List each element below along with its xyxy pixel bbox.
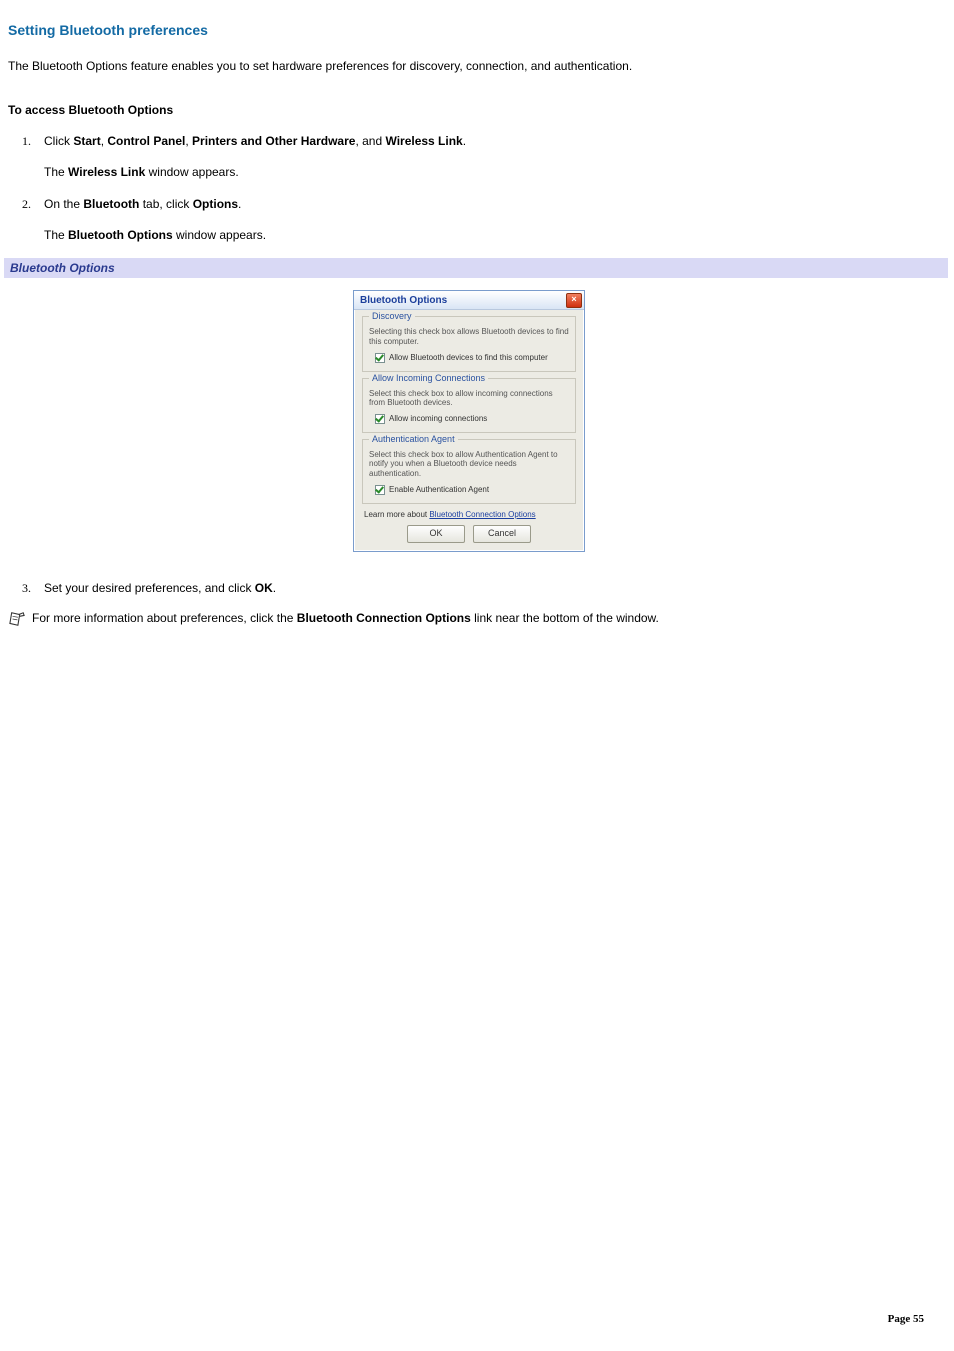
text-bold: Bluetooth Connection Options xyxy=(297,611,471,625)
discovery-checkbox-row[interactable]: Allow Bluetooth devices to find this com… xyxy=(375,353,569,363)
procedure-heading: To access Bluetooth Options xyxy=(8,103,930,117)
text: . xyxy=(463,134,466,148)
text: . xyxy=(273,581,276,595)
close-icon[interactable]: × xyxy=(566,293,582,308)
page-label: Page xyxy=(888,1313,913,1325)
text: . xyxy=(238,197,241,211)
group-legend: Discovery xyxy=(369,311,415,321)
learn-more-text: Learn more about Bluetooth Connection Op… xyxy=(364,510,576,519)
page-number: Page 55 xyxy=(888,1313,924,1325)
checkbox-label: Enable Authentication Agent xyxy=(389,485,489,494)
text-bold: Wireless Link xyxy=(68,165,145,179)
text: window appears. xyxy=(173,228,266,242)
group-legend: Allow Incoming Connections xyxy=(369,373,488,383)
text: Learn more about xyxy=(364,510,429,519)
text: tab, click xyxy=(139,197,192,211)
group-description: Select this check box to allow incoming … xyxy=(369,389,569,408)
text-bold: Options xyxy=(193,197,238,211)
text: The xyxy=(44,228,68,242)
group-description: Select this check box to allow Authentic… xyxy=(369,450,569,479)
intro-paragraph: The Bluetooth Options feature enables yo… xyxy=(8,58,930,75)
group-description: Selecting this check box allows Bluetoot… xyxy=(369,327,569,346)
auth-checkbox-row[interactable]: Enable Authentication Agent xyxy=(375,485,569,495)
incoming-group: Allow Incoming Connections Select this c… xyxy=(362,378,576,433)
step-1: Click Start, Control Panel, Printers and… xyxy=(44,133,930,182)
text: , and xyxy=(355,134,385,148)
text: Set your desired preferences, and click xyxy=(44,581,255,595)
text: For more information about preferences, … xyxy=(32,611,297,625)
note-text: For more information about preferences, … xyxy=(32,611,659,625)
text: The xyxy=(44,165,68,179)
group-legend: Authentication Agent xyxy=(369,434,458,444)
text-bold: OK xyxy=(255,581,273,595)
auth-group: Authentication Agent Select this check b… xyxy=(362,439,576,504)
bluetooth-options-dialog: Bluetooth Options × Discovery Selecting … xyxy=(353,290,585,551)
text-bold: Bluetooth Options xyxy=(68,228,173,242)
step-2: On the Bluetooth tab, click Options. The… xyxy=(44,196,930,245)
text-bold: Start xyxy=(73,134,100,148)
text-bold: Wireless Link xyxy=(385,134,462,148)
text-bold: Bluetooth xyxy=(83,197,139,211)
step-3: Set your desired preferences, and click … xyxy=(44,580,930,597)
text-bold: Printers and Other Hardware xyxy=(192,134,355,148)
text: link near the bottom of the window. xyxy=(471,611,659,625)
procedure-list-continued: Set your desired preferences, and click … xyxy=(8,580,930,597)
checkbox-label: Allow incoming connections xyxy=(389,414,487,423)
ok-button[interactable]: OK xyxy=(407,525,465,543)
checkbox-icon[interactable] xyxy=(375,485,385,495)
checkbox-icon[interactable] xyxy=(375,414,385,424)
dialog-button-row: OK Cancel xyxy=(362,525,576,543)
text-bold: Control Panel xyxy=(107,134,185,148)
dialog-titlebar: Bluetooth Options × xyxy=(354,291,584,310)
discovery-group: Discovery Selecting this check box allow… xyxy=(362,316,576,371)
procedure-list: Click Start, Control Panel, Printers and… xyxy=(8,133,930,245)
bluetooth-connection-options-link[interactable]: Bluetooth Connection Options xyxy=(429,510,535,519)
dialog-title: Bluetooth Options xyxy=(360,295,566,306)
text: On the xyxy=(44,197,83,211)
checkbox-icon[interactable] xyxy=(375,353,385,363)
text: Click xyxy=(44,134,73,148)
note: For more information about preferences, … xyxy=(8,611,930,627)
cancel-button[interactable]: Cancel xyxy=(473,525,531,543)
note-icon xyxy=(8,611,26,627)
checkbox-label: Allow Bluetooth devices to find this com… xyxy=(389,353,548,362)
figure-caption: Bluetooth Options xyxy=(4,258,948,278)
dialog-body: Discovery Selecting this check box allow… xyxy=(354,310,584,550)
text: window appears. xyxy=(145,165,238,179)
figure-wrapper: Bluetooth Options × Discovery Selecting … xyxy=(8,290,930,551)
page-value: 55 xyxy=(913,1313,924,1325)
incoming-checkbox-row[interactable]: Allow incoming connections xyxy=(375,414,569,424)
page-heading: Setting Bluetooth preferences xyxy=(8,22,930,38)
